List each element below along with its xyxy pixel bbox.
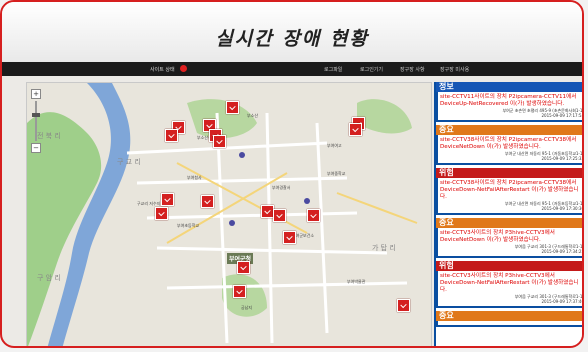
cctv-fault-marker[interactable] [237,261,250,274]
cctv-fault-marker[interactable] [201,195,214,208]
page-title: 실시간 장애 현황 [215,28,369,50]
zoom-in-button[interactable]: + [31,89,41,99]
map-area-label: 가 탑 리 [372,244,396,252]
map-place-label: 궁남지 [241,305,253,310]
cctv-fault-marker[interactable] [397,299,410,312]
map-area-label: 전 북 리 [37,132,61,140]
zoom-out-button[interactable]: − [31,143,41,153]
zoom-slider-knob[interactable] [32,113,40,117]
cctv-fault-marker[interactable] [226,101,239,114]
cctv-fault-marker[interactable] [213,135,226,148]
dashboard-frame: 실시간 장애 현황 사이트 상태 로그파일 로그인기기 장구장 사항 장구장 미… [0,0,584,348]
event-item[interactable]: 중요 site-CCTV38사이트의 장치 P2ipcamera-CCTV38에서… [436,125,584,165]
event-message: site-CCTV38사이트의 장치 P2ipcamera-CCTV38에서 D… [440,137,577,150]
event-item[interactable]: 위험 site-CCTV38사이트의 장치 P2ipcamera-CCTV38에서… [436,168,584,215]
event-timestamp: 2015-09-09 17:25:32 [541,156,584,161]
header: 실시간 장애 현황 [2,2,582,62]
cctv-fault-marker[interactable] [165,129,178,142]
event-message: site-CCTV3사이트의 장치 P3hive-CCTV3에서 DeviceD… [440,273,579,293]
status-indicator-icon [180,65,187,72]
event-body [436,321,582,327]
site-status-label: 사이트 상태 [150,67,175,73]
cctv-fault-marker[interactable] [307,209,320,222]
event-level-badge: 위험 [436,261,582,271]
event-item[interactable]: 위험 site-CCTV3사이트의 장치 P3hive-CCTV3에서 Devic… [436,261,584,308]
event-level-badge: 중요 [436,311,582,321]
cctv-fault-marker[interactable] [273,209,286,222]
map-view[interactable]: + − 전 북 리 구 교 리 가 탑 리 구 암 리 부여군청 부소산 부여청… [26,82,432,346]
cctv-fault-marker[interactable] [349,123,362,136]
menu-item-unused[interactable]: 장구장 미사용 [440,66,469,73]
event-panel[interactable]: 정보 site-CCTV11사이트의 장치 P2ipcamera-CCTV11에서… [434,82,584,346]
map-place-label: 부여경찰서 [272,185,291,190]
event-body: site-CCTV3사이트의 장치 P3hive-CCTV3에서 DeviceD… [436,271,584,308]
event-timestamp: 2015-09-09 17:34:25 [541,249,584,254]
menu-item-login-devices[interactable]: 로그인기기 [360,66,383,73]
event-message: site-CCTV11사이트의 장치 P2ipcamera-CCTV11에서 D… [440,94,577,107]
event-timestamp: 2015-09-09 17:17:54 [541,113,584,118]
event-message: site-CCTV3사이트의 장치 P3hive-CCTV3에서 DeviceN… [440,230,555,243]
event-body: site-CCTV3사이트의 장치 P3hive-CCTV3에서 DeviceN… [436,228,584,258]
map-place-label: 부여박물관 [347,279,366,284]
cctv-fault-marker[interactable] [233,285,246,298]
map-base [27,83,431,346]
map-place-label: 부여여고 [327,143,342,148]
cctv-fault-marker[interactable] [161,193,174,206]
event-timestamp: 2015-09-09 17:30:30 [541,206,584,211]
event-body: site-CCTV11사이트의 장치 P2ipcamera-CCTV11에서 D… [436,92,584,122]
toolbar: 사이트 상태 로그파일 로그인기기 장구장 사항 장구장 미사용 [2,62,582,76]
map-place-label: 부소산 [247,113,259,118]
map-area-label: 구 교 리 [117,158,141,166]
event-level-badge: 위험 [436,168,582,178]
cctv-fault-marker[interactable] [283,231,296,244]
event-timestamp: 2015-09-09 17:37:46 [541,299,584,304]
event-level-badge: 정보 [436,82,582,92]
event-body: site-CCTV38사이트의 장치 P2ipcamera-CCTV38에서 D… [436,178,584,215]
event-body: site-CCTV38사이트의 장치 P2ipcamera-CCTV38에서 D… [436,135,584,165]
map-place-label: 부여중학교 [327,171,346,176]
map-place-label: 부여초등학교 [177,223,200,228]
event-message: site-CCTV38사이트의 장치 P2ipcamera-CCTV38에서 D… [440,180,579,200]
event-item[interactable]: 정보 site-CCTV11사이트의 장치 P2ipcamera-CCTV11에서… [436,82,584,122]
cctv-fault-marker[interactable] [155,207,168,220]
event-item[interactable]: 중요 site-CCTV3사이트의 장치 P3hive-CCTV3에서 Devic… [436,218,584,258]
menu-item-logfile[interactable]: 로그파일 [324,66,342,73]
event-level-badge: 중요 [436,125,582,135]
map-place-label: 부여청사 [187,175,202,180]
map-area-label: 구 암 리 [37,274,61,282]
menu-item-fault-items[interactable]: 장구장 사항 [400,66,425,73]
event-level-badge: 중요 [436,218,582,228]
zoom-control[interactable]: + − [31,89,41,161]
event-item[interactable]: 중요 [436,311,582,327]
